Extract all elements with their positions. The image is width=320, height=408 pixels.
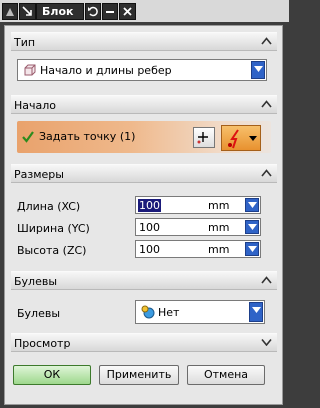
section-boolean-label: Булевы (14, 275, 58, 288)
type-dropdown-value: Начало и длины ребер (40, 64, 172, 77)
width-value: 100 (139, 221, 160, 234)
point-type-dropdown[interactable] (221, 125, 261, 151)
chevron-up-icon (261, 276, 272, 284)
length-unit-dropdown-icon[interactable] (245, 198, 259, 212)
collapse-arrow-icon[interactable] (19, 3, 36, 20)
specify-point-row[interactable]: Задать точку (1) (17, 121, 271, 153)
height-unit-dropdown-icon[interactable] (245, 242, 259, 256)
dropdown-arrow-icon[interactable] (249, 302, 263, 322)
height-label: Высота (ZC) (17, 244, 87, 257)
length-label: Длина (XC) (17, 200, 81, 213)
width-label: Ширина (YC) (17, 222, 90, 235)
length-input[interactable]: 100 mm (135, 196, 261, 214)
chevron-down-icon (249, 136, 257, 141)
height-unit: mm (208, 243, 230, 256)
section-preview-header[interactable]: Просмотр (11, 333, 277, 352)
width-unit: mm (208, 221, 230, 234)
cancel-button[interactable]: Отмена (187, 365, 265, 385)
section-dimensions-header[interactable]: Размеры (11, 164, 277, 183)
section-type-label: Тип (14, 36, 36, 49)
ok-button[interactable]: ОК (13, 365, 91, 385)
length-unit: mm (208, 199, 230, 212)
window-title: Блок (36, 3, 84, 20)
dropdown-arrow-icon[interactable] (251, 61, 265, 79)
inferred-point-icon (228, 129, 239, 149)
type-dropdown[interactable]: Начало и длины ребер (17, 59, 267, 81)
height-value: 100 (139, 243, 160, 256)
point-plus-icon (197, 132, 208, 144)
chevron-up-icon (261, 169, 272, 177)
dialog-panel: Тип Начало и длины ребер Начало Задать т… (4, 25, 283, 405)
minimize-icon[interactable] (102, 3, 118, 20)
boolean-row-label: Булевы (17, 307, 61, 320)
chevron-up-icon (261, 100, 272, 108)
width-input[interactable]: 100 mm (135, 218, 261, 236)
section-preview-label: Просмотр (14, 337, 71, 350)
title-bar: Блок (0, 0, 289, 22)
length-value: 100 (138, 199, 161, 212)
width-unit-dropdown-icon[interactable] (245, 220, 259, 234)
apply-button[interactable]: Применить (99, 365, 179, 385)
reset-icon[interactable] (85, 3, 101, 20)
boolean-none-icon (141, 305, 155, 319)
specify-point-label: Задать точку (1) (39, 130, 136, 143)
section-dimensions-label: Размеры (14, 168, 64, 181)
boolean-dropdown-value: Нет (158, 306, 180, 319)
pin-icon[interactable] (2, 3, 18, 20)
chevron-up-icon (261, 37, 272, 45)
chevron-down-icon (261, 338, 272, 346)
point-dialog-button[interactable] (193, 127, 215, 148)
checkmark-icon (22, 131, 34, 143)
block-icon (24, 64, 36, 76)
section-type-header[interactable]: Тип (11, 32, 277, 51)
close-icon[interactable] (119, 3, 136, 20)
section-boolean-header[interactable]: Булевы (11, 271, 277, 290)
boolean-dropdown[interactable]: Нет (135, 300, 265, 324)
section-origin-header[interactable]: Начало (11, 95, 277, 114)
section-origin-label: Начало (14, 99, 57, 112)
height-input[interactable]: 100 mm (135, 240, 261, 258)
